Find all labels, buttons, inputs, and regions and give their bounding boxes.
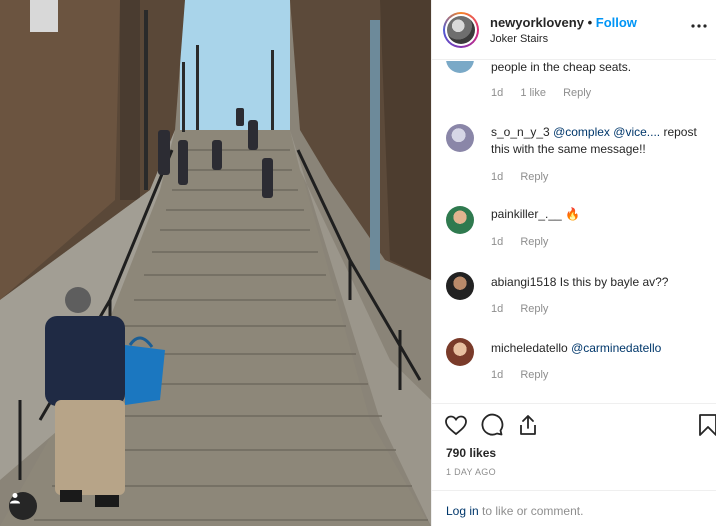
comment-avatar[interactable] [446, 61, 474, 73]
fire-emoji: 🔥 [565, 207, 581, 221]
comment-username[interactable]: abiangi1518 [491, 275, 556, 289]
comment-avatar[interactable] [446, 272, 474, 300]
heart-icon [445, 415, 467, 436]
comment-login-bar: Log in to like or comment. [432, 490, 716, 526]
reply-button[interactable]: Reply [520, 236, 548, 248]
post-timestamp[interactable]: 1 day ago [446, 467, 496, 477]
comment-avatar[interactable] [446, 338, 474, 366]
author-avatar[interactable] [443, 12, 479, 48]
login-link[interactable]: Log in [446, 504, 479, 518]
comment-mentions[interactable]: @carminedatello [571, 341, 661, 355]
author-username[interactable]: newyorkloveny [490, 15, 584, 30]
login-prompt-text: to like or comment. [478, 504, 584, 518]
post-header: newyorkloveny • Follow Joker Stairs [432, 0, 716, 60]
tagged-users-button[interactable] [9, 492, 37, 520]
comments-list[interactable]: people in the cheap seats. 1d 1 like Rep… [432, 61, 716, 403]
author-line: newyorkloveny • Follow [490, 15, 637, 30]
reply-button[interactable]: Reply [563, 87, 591, 99]
comment-text: micheledatello @carminedatello [491, 340, 706, 357]
post-location[interactable]: Joker Stairs [490, 33, 548, 45]
comment-username[interactable]: s_o_n_y_3 [491, 125, 550, 139]
comment-text: painkiller_.__ 🔥 [491, 206, 706, 223]
login-prompt: Log in to like or comment. [446, 504, 583, 518]
reply-button[interactable]: Reply [520, 171, 548, 183]
comment-username[interactable]: painkiller_.__ [491, 207, 562, 221]
comment-meta: 1d Reply [491, 171, 562, 183]
comment-username[interactable]: micheledatello [491, 341, 568, 355]
comment-avatar[interactable] [446, 124, 474, 152]
post-actions: 790 likes 1 day ago [432, 403, 716, 483]
comment-time: 1d [491, 87, 504, 99]
header-separator: • [587, 15, 593, 30]
comment-meta: 1d 1 like Reply [491, 87, 605, 99]
comment-time: 1d [491, 171, 504, 183]
reply-button[interactable]: Reply [520, 303, 548, 315]
comment-time: 1d [491, 236, 504, 248]
comment-meta: 1d Reply [491, 369, 562, 381]
bookmark-icon [699, 414, 716, 436]
post-side-panel: newyorkloveny • Follow Joker Stairs peop… [431, 0, 716, 526]
comment-meta: 1d Reply [491, 303, 562, 315]
user-tag-icon [10, 493, 20, 504]
reply-button[interactable]: Reply [520, 369, 548, 381]
like-button[interactable] [444, 413, 470, 439]
comment-icon [481, 413, 504, 436]
comment-button[interactable] [480, 413, 506, 439]
comment-text: people in the cheap seats. [491, 61, 632, 74]
share-button[interactable] [516, 413, 542, 439]
post-photo[interactable] [0, 0, 431, 526]
more-horizontal-icon [691, 24, 707, 28]
comment-time: 1d [491, 369, 504, 381]
more-options-button[interactable] [689, 16, 709, 36]
comment-text: abiangi1518 Is this by bayle av?? [491, 274, 706, 291]
instagram-post: newyorkloveny • Follow Joker Stairs peop… [0, 0, 716, 526]
likes-count[interactable]: 790 likes [446, 446, 496, 460]
save-button[interactable] [696, 413, 716, 439]
follow-button[interactable]: Follow [596, 15, 637, 30]
photo-joker-stairs [0, 0, 431, 526]
share-icon [520, 415, 536, 435]
comment-likes[interactable]: 1 like [520, 87, 546, 99]
comment-time: 1d [491, 303, 504, 315]
comment-mentions[interactable]: @complex @vice.... [553, 125, 660, 139]
comment-meta: 1d Reply [491, 236, 562, 248]
comment-body: Is this by bayle av?? [559, 275, 669, 289]
comment-text: s_o_n_y_3 @complex @vice.... repost this… [491, 124, 706, 158]
comment-avatar[interactable] [446, 206, 474, 234]
